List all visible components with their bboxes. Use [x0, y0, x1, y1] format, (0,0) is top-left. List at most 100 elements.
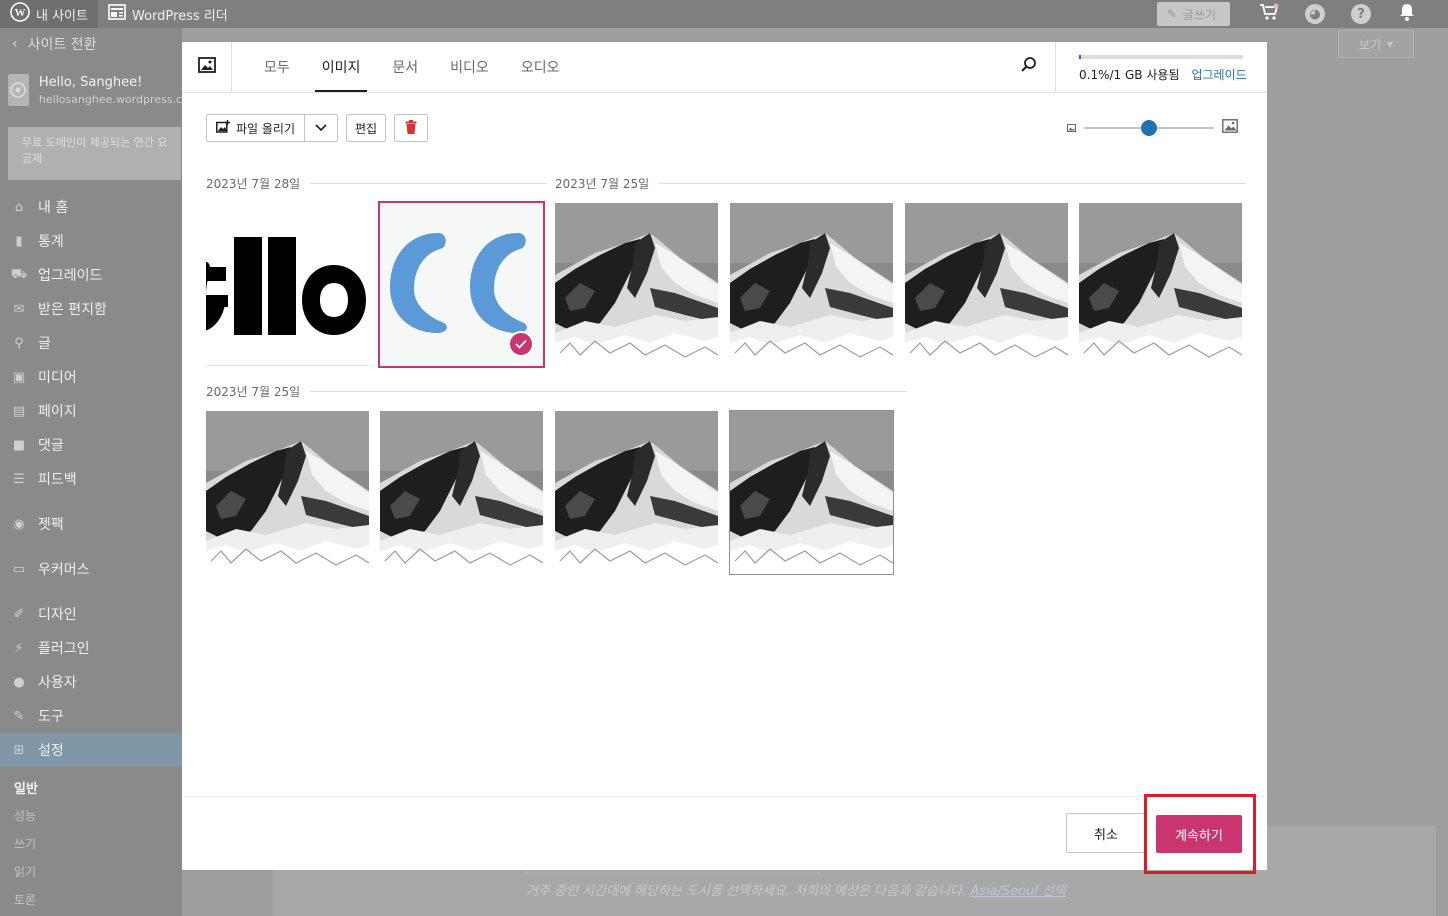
- woo-icon: ▭: [12, 561, 26, 577]
- search-icon: [1020, 56, 1038, 78]
- sidebar-item[interactable]: ⚡ 플러그인: [0, 631, 182, 665]
- sidebar-item[interactable]: ▮ 통계: [0, 224, 182, 258]
- mountain-image: [730, 411, 893, 574]
- sidebar-item-label: 업그레이드: [38, 268, 103, 284]
- upgrade-link[interactable]: 업그레이드: [1191, 66, 1246, 83]
- highlight-annotation: [1144, 794, 1256, 874]
- sidebar-item[interactable]: ▣ 미디어: [0, 360, 182, 394]
- site-card[interactable]: Hello, Sanghee! hellosanghee.wordpress.c: [0, 60, 182, 120]
- write-button[interactable]: ✎ 글쓰기: [1156, 2, 1230, 26]
- svg-text:W: W: [15, 7, 26, 19]
- wordpress-logo-icon: W: [10, 2, 30, 26]
- sidebar-subitem[interactable]: 읽기: [0, 857, 182, 885]
- feedback-icon: ☰: [13, 471, 25, 487]
- selected-check-icon: [508, 331, 534, 357]
- sidebar-item-label: 피드백: [38, 472, 77, 488]
- media-thumbnail-mountain[interactable]: [206, 411, 369, 574]
- plan-notice[interactable]: 무료 도메인이 제공되는 연간 요금제: [8, 127, 181, 180]
- media-thumbnail-mountain[interactable]: [380, 411, 543, 574]
- media-thumbnail-mountain[interactable]: [1079, 203, 1242, 366]
- media-type-button[interactable]: [182, 42, 232, 92]
- sidebar-item[interactable]: ■ 댓글: [0, 428, 182, 462]
- switch-site-link[interactable]: ‹ 사이트 전환: [0, 28, 182, 60]
- media-thumbnail-hello[interactable]: [206, 203, 369, 366]
- media-tab[interactable]: 문서: [376, 42, 434, 92]
- zoom-slider-handle[interactable]: [1141, 120, 1157, 136]
- media-tab[interactable]: 모두: [248, 42, 306, 92]
- sidebar-item[interactable]: ✐ 디자인: [0, 597, 182, 631]
- upload-button-group: 파일 올리기: [206, 114, 339, 142]
- edit-button[interactable]: 편집: [346, 114, 387, 142]
- pin-icon: ⚲: [14, 335, 24, 351]
- sidebar-item[interactable]: ⚲ 글: [0, 326, 182, 360]
- media-thumbnail-mountain[interactable]: [555, 411, 718, 574]
- sidebar-item[interactable]: ⊞ 설정: [0, 733, 182, 767]
- sidebar-item[interactable]: ⛟ 업그레이드: [0, 258, 182, 292]
- media-thumbnail-mountain[interactable]: [555, 203, 718, 366]
- upload-button[interactable]: 파일 올리기: [207, 115, 306, 141]
- site-title: Hello, Sanghee!: [38, 74, 143, 90]
- sidebar-item-label: 우커머스: [38, 562, 90, 578]
- sidebar-item[interactable]: ☰ 피드백: [0, 462, 182, 496]
- sidebar-item-label: 받은 편지함: [38, 302, 107, 318]
- date-group-header: 2023년 7월 25일: [206, 383, 908, 400]
- storage-usage: 0.1%/1 GB 사용됨 업그레이드: [1055, 42, 1267, 92]
- brush-icon: ✐: [13, 606, 25, 622]
- media-modal-header: 모두 이미지 문서 비디오 오디오 0.1%/1 GB 사용됨 업그레이드: [182, 42, 1267, 93]
- sidebar-subitem[interactable]: 쓰기: [0, 829, 182, 857]
- media-thumbnail-quote[interactable]: [378, 201, 545, 368]
- chevron-down-icon: ▾: [1387, 37, 1394, 51]
- upload-options-dropdown[interactable]: [305, 121, 337, 135]
- stats-icon: ▮: [15, 233, 23, 249]
- sidebar-item[interactable]: ▭ 우커머스: [0, 552, 182, 586]
- reader-icon: [108, 4, 126, 24]
- timezone-hint: 거주 중인 시간대에 해당하는 도시를 선택하세요. 저희의 예상은 다음과 같…: [526, 884, 1067, 899]
- media-thumbnail-mountain[interactable]: [905, 203, 1068, 366]
- cancel-button[interactable]: 취소: [1066, 813, 1146, 853]
- sidebar-item[interactable]: ▤ 페이지: [0, 394, 182, 428]
- user-icon: ●: [13, 674, 25, 690]
- media-thumbnail-mountain[interactable]: [729, 410, 894, 575]
- sidebar-subitem[interactable]: 성능: [0, 801, 182, 829]
- sidebar-subitem[interactable]: 일반: [0, 773, 182, 801]
- sidebar-item[interactable]: ● 사용자: [0, 665, 182, 699]
- media-thumbnail-mountain[interactable]: [730, 203, 893, 366]
- view-button[interactable]: 보기 ▾: [1338, 30, 1414, 58]
- sidebar-item[interactable]: ◉ 젯팩: [0, 507, 182, 541]
- sidebar-item-label: 페이지: [38, 404, 77, 420]
- notifications-button[interactable]: [1386, 0, 1428, 28]
- sidebar-item-label: 내 홈: [38, 200, 69, 216]
- sidebar-item[interactable]: ✉ 받은 편지함: [0, 292, 182, 326]
- cart-icon: ⛟: [10, 266, 28, 282]
- media-tab[interactable]: 이미지: [306, 42, 377, 92]
- zoom-slider[interactable]: [1084, 120, 1214, 136]
- help-button[interactable]: ?: [1340, 0, 1382, 28]
- sidebar-subitem[interactable]: 토론: [0, 885, 182, 913]
- timezone-suggestion-link[interactable]: Asia/Seoul 선택: [970, 884, 1066, 899]
- media-tab[interactable]: 오디오: [505, 42, 576, 92]
- mountain-image: [1079, 203, 1242, 366]
- jetpack-icon: ◉: [13, 516, 25, 532]
- media-filter-tabs: 모두 이미지 문서 비디오 오디오: [232, 42, 575, 92]
- media-icon: ▣: [12, 369, 26, 385]
- small-image-icon: [1067, 121, 1076, 136]
- media-tab[interactable]: 비디오: [434, 42, 505, 92]
- sidebar-item[interactable]: ⌂ 내 홈: [0, 190, 182, 224]
- divider: [310, 391, 908, 392]
- sidebar-item-label: 통계: [38, 234, 64, 250]
- sidebar-item[interactable]: ✎ 도구: [0, 699, 182, 733]
- hello-image: [206, 203, 369, 365]
- sidebar-item-label: 미디어: [38, 370, 77, 386]
- delete-button[interactable]: [394, 114, 429, 142]
- sidebar: ‹ 사이트 전환 Hello, Sanghee! hellosanghee.wo…: [0, 28, 182, 916]
- reader-menu[interactable]: WordPress 리더: [98, 0, 238, 28]
- my-site-menu[interactable]: W 내 사이트: [0, 0, 98, 28]
- profile-button[interactable]: ◕: [1294, 0, 1336, 28]
- mountain-image: [555, 203, 718, 366]
- page-icon: ▤: [12, 403, 26, 419]
- cart-button[interactable]: [1248, 0, 1290, 28]
- add-image-icon: [216, 120, 230, 136]
- plugin-icon: ⚡: [14, 640, 24, 656]
- chevron-down-icon: [315, 121, 327, 135]
- search-button[interactable]: [1003, 42, 1055, 92]
